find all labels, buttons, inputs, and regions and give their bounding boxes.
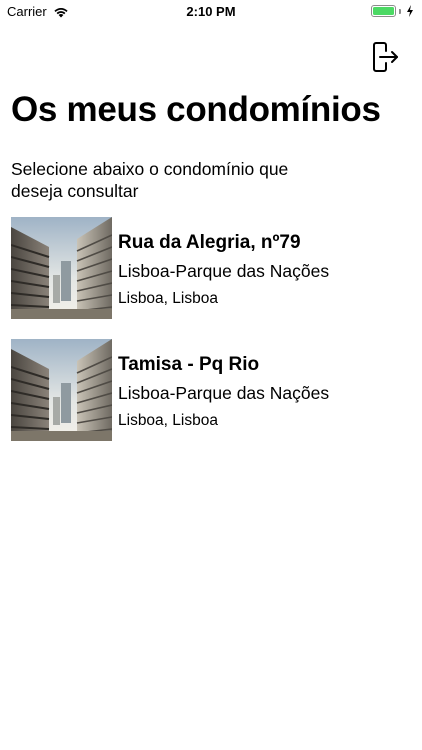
screen: Carrier 2:10 PM Os meus condomínios Sele…	[0, 0, 422, 750]
condominium-thumbnail	[11, 339, 112, 441]
status-bar-right	[371, 5, 414, 17]
condominium-thumbnail	[11, 217, 112, 319]
condominium-name: Rua da Alegria, nº79	[118, 232, 301, 253]
page-subtitle: Selecione abaixo o condomínio que deseja…	[11, 159, 289, 201]
condominium-item[interactable]: Tamisa - Pq Rio Lisboa-Parque das Nações…	[0, 338, 422, 460]
condominium-area: Lisboa-Parque das Nações	[118, 261, 330, 281]
page-title: Os meus condomínios	[11, 90, 381, 129]
battery-icon	[371, 5, 396, 17]
condominium-name: Tamisa - Pq Rio	[118, 354, 260, 375]
logout-icon	[373, 42, 398, 72]
condominium-area: Lisboa-Parque das Nações	[118, 383, 330, 403]
logout-button[interactable]	[370, 40, 402, 74]
charging-bolt-icon	[407, 5, 413, 17]
condominium-list: Rua da Alegria, nº79 Lisboa-Parque das N…	[0, 216, 422, 460]
condominium-location: Lisboa, Lisboa	[118, 412, 218, 429]
condominium-item[interactable]: Rua da Alegria, nº79 Lisboa-Parque das N…	[0, 216, 422, 338]
condominium-location: Lisboa, Lisboa	[118, 290, 218, 307]
battery-level	[373, 7, 394, 15]
battery-cap	[399, 8, 401, 14]
status-time: 2:10 PM	[186, 4, 236, 19]
status-bar: Carrier 2:10 PM	[0, 0, 422, 24]
